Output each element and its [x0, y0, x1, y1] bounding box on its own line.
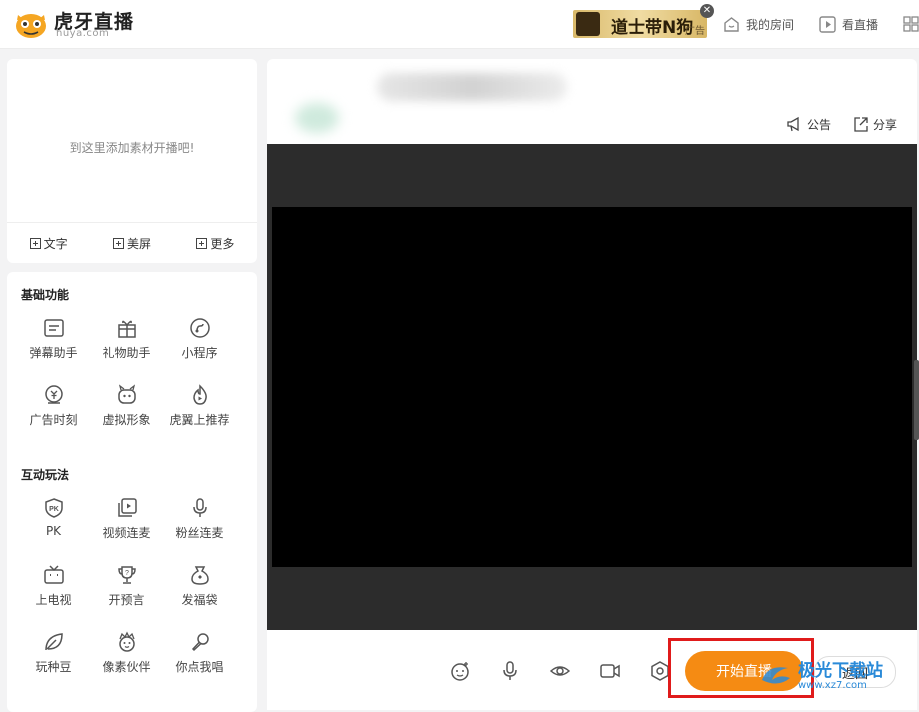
tool-label: 你点我唱: [175, 660, 224, 674]
tool-fan-link[interactable]: 粉丝连麦: [163, 492, 236, 559]
nav-watch-live-label: 看直播: [842, 18, 879, 32]
ad-close-button[interactable]: ✕: [700, 4, 714, 18]
tool-lucky-bag[interactable]: 发福袋: [163, 559, 236, 626]
share-button[interactable]: 分享: [852, 116, 897, 133]
add-more-label: 更多: [210, 237, 235, 251]
side-scroll-handle[interactable]: [914, 360, 919, 440]
video-link-icon: [117, 498, 137, 517]
top-bar: 虎牙直播 huya.com 道士带N狗 广告 ✕ 我的房间 看直播: [0, 0, 919, 49]
share-label: 分享: [873, 118, 898, 132]
plus-icon: [112, 238, 124, 249]
ad-tag: 广告: [685, 26, 705, 37]
source-panel: 到这里添加素材开播吧! 文字 美屏 更多: [7, 59, 257, 263]
tool-mini-program[interactable]: 小程序: [163, 312, 236, 379]
camera-icon[interactable]: [599, 660, 621, 682]
tool-label: PK: [45, 524, 62, 538]
microphone-icon[interactable]: [499, 660, 521, 682]
share-icon: [854, 117, 868, 132]
basic-functions-title: 基础功能: [21, 288, 70, 302]
svg-text:PK: PK: [49, 506, 59, 513]
tool-label: 广告时刻: [29, 413, 78, 427]
grid-menu-icon[interactable]: [903, 16, 919, 32]
interactive-grid: PK PK 视频连麦 粉丝连麦 上电视 ? 开预言 发福袋 玩种豆 像素伙伴 你…: [7, 492, 257, 693]
tool-pk[interactable]: PK PK: [17, 492, 90, 559]
tool-label: 虚拟形象: [102, 413, 151, 427]
tool-huyi-recommend[interactable]: 虎翼上推荐: [163, 379, 236, 446]
nav-my-room[interactable]: 我的房间: [722, 15, 794, 34]
ad-banner[interactable]: 道士带N狗 广告: [573, 10, 707, 38]
tool-label: 虎翼上推荐: [169, 413, 230, 427]
flame-icon: [192, 384, 207, 405]
play-icon: [819, 16, 836, 33]
tool-pixel-buddy[interactable]: 像素伙伴: [90, 626, 163, 693]
tool-label: 小程序: [181, 346, 218, 360]
add-beauty-button[interactable]: 美屏: [112, 235, 151, 252]
add-more-button[interactable]: 更多: [196, 235, 234, 252]
avatar-face-icon: [117, 384, 136, 404]
svg-text:?: ?: [125, 570, 129, 577]
plus-icon: [29, 238, 41, 249]
source-hint: 到这里添加素材开播吧!: [69, 141, 195, 155]
tool-label: 上电视: [35, 593, 72, 607]
ad-money-icon: [44, 385, 63, 404]
tool-label: 礼物助手: [102, 346, 151, 360]
logo-subtext: huya.com: [56, 28, 110, 39]
nav-watch-live[interactable]: 看直播: [818, 15, 878, 34]
tool-label: 发福袋: [181, 593, 218, 607]
watermark-url: www.xz7.com: [798, 679, 867, 691]
interactive-title: 互动玩法: [21, 468, 70, 482]
tv-icon: [43, 565, 64, 584]
mini-program-icon: [189, 318, 210, 338]
function-panel: 基础功能 弹幕助手 礼物助手 小程序 广告时刻 虚拟形象 虎翼上推荐 互动玩法: [7, 272, 257, 712]
add-text-label: 文字: [43, 237, 68, 251]
tool-label: 弹幕助手: [29, 346, 78, 360]
tool-gift-assistant[interactable]: 礼物助手: [90, 312, 163, 379]
plus-icon: [196, 238, 208, 249]
house-icon: [724, 17, 739, 32]
lucky-bag-icon: [190, 566, 209, 585]
watermark-text: 极光下载站: [798, 660, 883, 681]
pk-shield-icon: PK: [44, 498, 63, 518]
gift-icon: [117, 320, 136, 338]
room-title-blurred: [377, 73, 567, 101]
emoji-effect-icon[interactable]: [449, 660, 471, 682]
tool-prediction[interactable]: ? 开预言: [90, 559, 163, 626]
nav-my-room-label: 我的房间: [746, 18, 795, 32]
tool-plant-beans[interactable]: 玩种豆: [17, 626, 90, 693]
pixel-buddy-icon: [118, 631, 135, 652]
avatar: [295, 103, 339, 133]
tool-label: 开预言: [108, 593, 145, 607]
ad-text: 道士带N狗: [611, 18, 694, 38]
tool-video-link[interactable]: 视频连麦: [90, 492, 163, 559]
tool-label: 玩种豆: [35, 660, 72, 674]
tool-virtual-avatar[interactable]: 虚拟形象: [90, 379, 163, 446]
tool-label: 视频连麦: [102, 526, 151, 540]
basic-functions-grid: 弹幕助手 礼物助手 小程序 广告时刻 虚拟形象 虎翼上推荐: [7, 312, 257, 446]
danmaku-icon: [43, 319, 64, 337]
tool-label: 像素伙伴: [102, 660, 151, 674]
watermark-logo-icon: [762, 667, 790, 684]
announce-button[interactable]: 公告: [786, 116, 831, 133]
leaf-icon: [44, 633, 63, 651]
tool-label: 粉丝连麦: [175, 526, 224, 540]
source-actions: 文字 美屏 更多: [7, 222, 257, 264]
add-beauty-label: 美屏: [126, 237, 151, 251]
watermark-text-group: 极光下载站 www.xz7.com: [798, 662, 883, 691]
tool-on-tv[interactable]: 上电视: [17, 559, 90, 626]
sing-mic-icon: [191, 633, 209, 652]
add-text-button[interactable]: 文字: [29, 235, 68, 252]
trophy-icon: ?: [117, 566, 136, 584]
megaphone-icon: [787, 116, 799, 132]
announce-label: 公告: [807, 118, 832, 132]
preview-canvas[interactable]: [272, 207, 912, 567]
tool-danmaku-assistant[interactable]: 弹幕助手: [17, 312, 90, 379]
sword-icon: [576, 12, 600, 36]
room-header: 公告 分享: [267, 59, 917, 144]
watermark: 极光下载站 www.xz7.com: [758, 650, 916, 702]
huya-logo-icon: [16, 14, 46, 38]
tool-ad-moment[interactable]: 广告时刻: [17, 379, 90, 446]
tool-request-song[interactable]: 你点我唱: [163, 626, 236, 693]
eye-icon[interactable]: [549, 660, 571, 682]
microphone-icon: [192, 498, 207, 517]
